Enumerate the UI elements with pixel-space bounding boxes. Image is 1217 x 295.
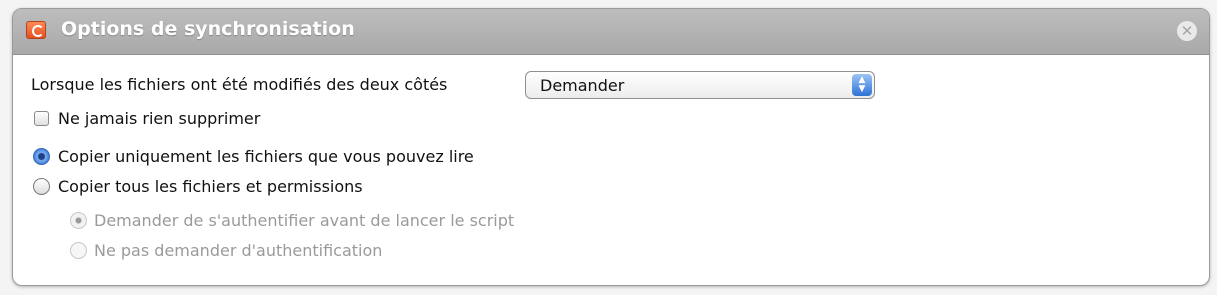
- copy-readable-radio[interactable]: [33, 148, 50, 165]
- conflict-label: Lorsque les fichiers ont été modifiés de…: [31, 75, 448, 94]
- panel-header: Options de synchronisation ✕: [13, 9, 1209, 55]
- close-icon[interactable]: ✕: [1177, 21, 1197, 41]
- no-auth-label[interactable]: Ne pas demander d'authentification: [94, 241, 382, 260]
- no-auth-radio[interactable]: [70, 242, 87, 259]
- copy-all-radio[interactable]: [33, 178, 50, 195]
- panel-title: Options de synchronisation: [61, 18, 355, 40]
- ask-auth-label[interactable]: Demander de s'authentifier avant de lanc…: [94, 211, 514, 230]
- sync-options-panel: Options de synchronisation ✕ Lorsque les…: [12, 8, 1210, 286]
- copy-all-label[interactable]: Copier tous les fichiers et permissions: [58, 177, 363, 196]
- conflict-select[interactable]: Demander ▲ ▼: [525, 71, 875, 99]
- updown-arrows-icon: ▲ ▼: [852, 74, 872, 96]
- copy-readable-label[interactable]: Copier uniquement les fichiers que vous …: [58, 147, 474, 166]
- ask-auth-radio[interactable]: [70, 212, 87, 229]
- never-delete-label[interactable]: Ne jamais rien supprimer: [58, 109, 260, 128]
- never-delete-checkbox[interactable]: [34, 111, 49, 126]
- app-icon: [26, 21, 46, 39]
- conflict-select-value: Demander: [540, 76, 625, 95]
